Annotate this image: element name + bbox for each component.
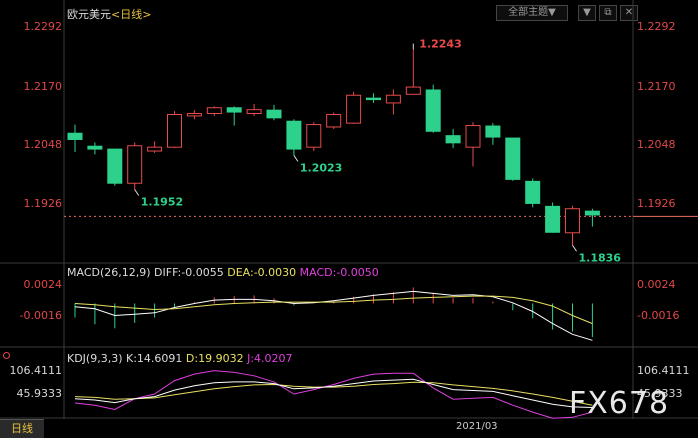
- watermark-logo: FX678: [569, 386, 670, 421]
- candle-body-down: [425, 89, 441, 132]
- candle-body-down: [67, 132, 83, 140]
- candle-body-up: [405, 86, 421, 95]
- chart-frame: [0, 0, 698, 419]
- candlestick-series: [67, 49, 600, 246]
- candle-body-down: [505, 137, 521, 180]
- candle-body-up: [565, 208, 580, 234]
- candle-body-down: [286, 120, 302, 150]
- candle-body-up: [246, 109, 262, 115]
- macd-dea-line: [74, 295, 593, 325]
- candle-body-down: [525, 180, 541, 204]
- annotation-low-1-leader: [134, 189, 140, 196]
- candle-body-down: [366, 97, 381, 101]
- macd-panel: [74, 287, 593, 341]
- annotation-low-1: 1.1952: [141, 195, 183, 208]
- chart-canvas[interactable]: 1.2243 1.1952 1.2023 1.1836: [0, 0, 698, 438]
- candle-body-down: [107, 148, 123, 184]
- candle-body-down: [87, 145, 103, 150]
- annotation-low-3-leader: [572, 245, 577, 252]
- candle-body-down: [545, 205, 561, 233]
- candle-body-up: [326, 113, 342, 128]
- candle-body-up: [306, 124, 322, 148]
- macd-diff-line: [74, 290, 593, 341]
- annotation-low-2: 1.2023: [300, 161, 342, 174]
- candle-body-down: [266, 109, 282, 119]
- candle-body-up: [147, 146, 163, 152]
- candle-body-up: [186, 113, 202, 117]
- kdj-j-line: [74, 370, 593, 419]
- candle-body-down: [445, 135, 461, 144]
- candle-body-up: [167, 113, 182, 148]
- candle-body-up: [346, 94, 362, 124]
- annotation-high: 1.2243: [419, 38, 461, 51]
- candle-body-down: [584, 210, 600, 216]
- candle-body-up: [465, 125, 481, 148]
- candle-body-down: [226, 107, 242, 113]
- annotation-low-2-leader: [293, 155, 299, 162]
- annotation-low-3: 1.1836: [579, 251, 622, 264]
- kdj-panel: [74, 370, 593, 419]
- candle-body-up: [385, 94, 401, 104]
- candle-body-up: [127, 145, 143, 184]
- candle-body-up: [206, 107, 222, 115]
- candle-body-down: [485, 125, 501, 138]
- kdj-k-line: [74, 378, 593, 408]
